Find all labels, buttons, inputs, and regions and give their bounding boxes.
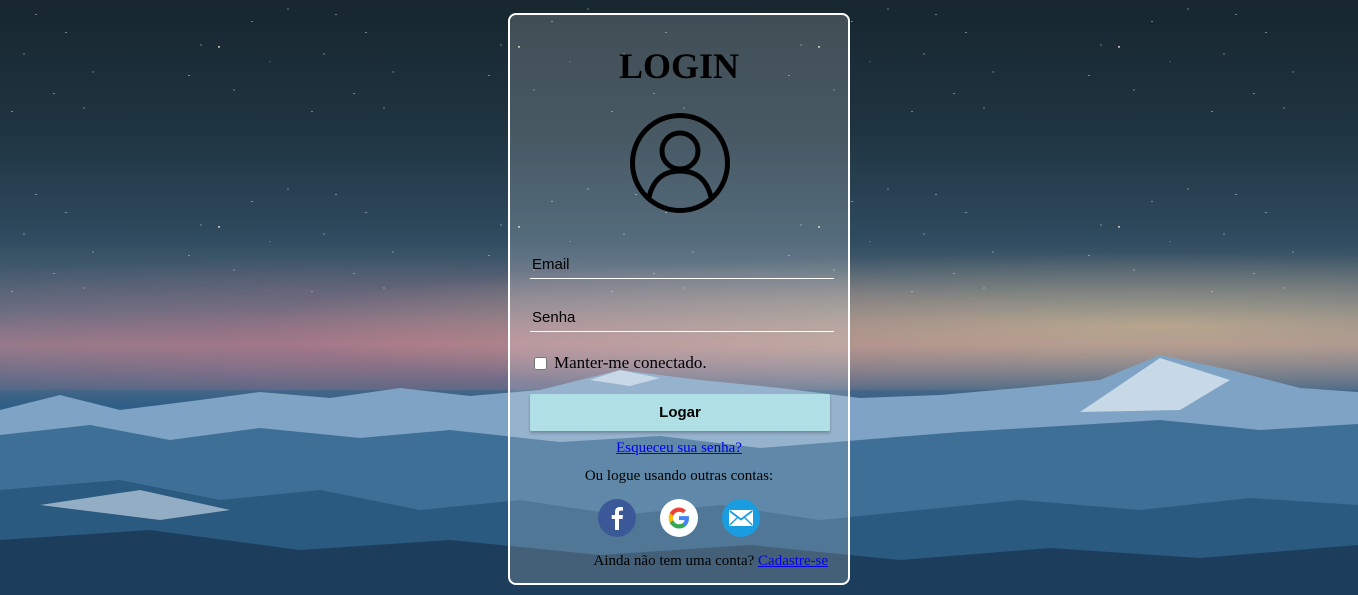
other-accounts-text: Ou logue usando outras contas:: [584, 468, 774, 484]
email-login-button[interactable]: [722, 499, 760, 537]
social-login-group: [598, 499, 760, 537]
signup-link[interactable]: Cadastre-se: [758, 553, 828, 569]
remember-me-option[interactable]: Manter-me conectado.: [534, 353, 707, 373]
forgot-password-link[interactable]: Esqueceu sua senha?: [616, 440, 742, 456]
facebook-login-button[interactable]: [598, 499, 636, 537]
google-login-button[interactable]: [660, 499, 698, 537]
email-field[interactable]: [530, 251, 834, 279]
google-icon: [668, 507, 689, 529]
signup-prompt: Ainda não tem uma conta?: [593, 553, 755, 569]
mail-icon: [729, 510, 753, 526]
page-title: LOGIN: [618, 46, 740, 86]
remember-me-checkbox[interactable]: [534, 356, 547, 370]
login-button[interactable]: Logar: [530, 394, 830, 431]
login-card: LOGIN Manter-me conectado. Logar Esquece…: [508, 13, 850, 585]
remember-me-label: Manter-me conectado.: [554, 353, 707, 372]
facebook-icon: [611, 507, 623, 530]
signup-row: Ainda não tem uma conta? Cadastre-se: [594, 553, 829, 570]
user-avatar-icon: [630, 113, 730, 213]
password-field[interactable]: [530, 304, 834, 332]
forgot-password-row: Esqueceu sua senha?: [510, 440, 848, 457]
